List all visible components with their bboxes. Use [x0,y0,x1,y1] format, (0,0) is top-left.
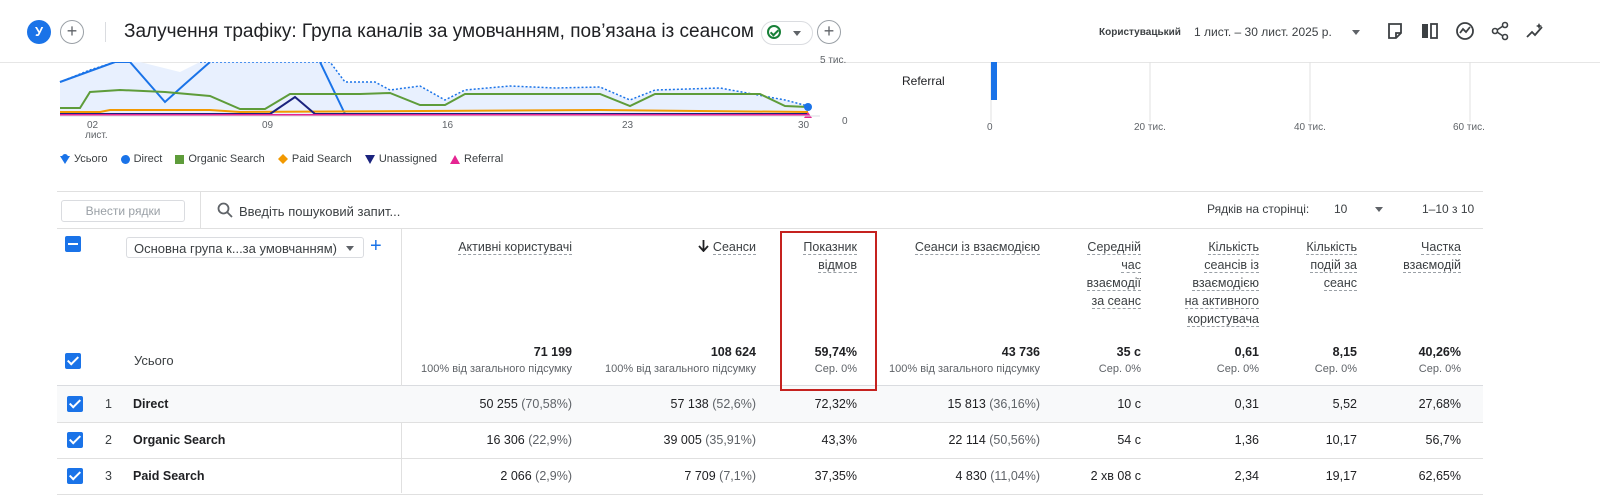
total-events-per-session: 8,15 [1332,345,1357,359]
table-row[interactable]: 3 Paid Search 2 066 (2,9%) 7 709 (7,1%) … [57,458,1483,495]
arrow-down-icon [698,240,709,253]
total-sessions-sub: 100% від загального підсумку [605,363,756,375]
x-tick: 09 [262,120,274,131]
total-engaged-sessions: 43 736 [1001,345,1040,359]
rows-per-page-select[interactable]: 10 [1334,202,1347,216]
top-bar: У + Залучення трафіку: Група каналів за … [0,0,1600,63]
bar-x-tick: 40 тис. [1294,122,1326,133]
trend-sparkle-icon[interactable] [1525,21,1545,41]
legend-item-total[interactable]: Усього [60,153,108,165]
legend-item-paid[interactable]: Paid Search [277,153,352,165]
row-label[interactable]: Direct [133,397,168,411]
table-row[interactable]: 2 Organic Search 16 306 (22,9%) 39 005 (… [57,422,1483,459]
chevron-down-icon [346,246,354,251]
legend-item-organic[interactable]: Organic Search [175,153,265,165]
total-active-users: 71 199 [533,345,572,359]
chevron-down-icon [793,31,801,36]
legend-item-direct[interactable]: Direct [120,153,162,165]
divider [105,22,106,42]
chevron-down-icon[interactable] [1375,207,1383,212]
divider [200,192,201,228]
pagination-range: 1–10 з 10 [1422,202,1475,216]
y-tick-5k: 5 тис. [820,55,847,66]
row-checkbox[interactable] [67,396,83,412]
compare-icon[interactable] [1420,21,1440,41]
table-row[interactable]: 1 Direct 50 255 (70,58%) 57 138 (52,6%) … [57,386,1483,423]
col-engaged-sessions-per-user[interactable]: Кількість сеансів із взаємодією на активног… [1160,238,1259,328]
square-icon [175,154,185,164]
col-avg-engagement-time[interactable]: Середній час взаємодії за сеанс [1060,238,1141,310]
bar-chart [990,62,1471,122]
rows-per-page-label: Рядків на сторінці: [1207,202,1310,216]
total-engaged-sessions-sub: 100% від загального підсумку [889,363,1040,375]
date-range-picker[interactable]: 1 лист. – 30 лист. 2025 р. [1194,25,1332,39]
x-tick-sub: лист. [85,130,108,141]
y-tick-0: 0 [842,116,848,127]
total-engagement-rate-sub: Сер. 0% [1418,363,1461,375]
total-engaged-per-user: 0,61 [1234,345,1259,359]
add-comparison-button[interactable]: + [60,20,84,44]
pin-icon [60,154,70,165]
chart-legend: Усього Direct Organic Search Paid Search… [60,153,513,165]
col-engagement-rate[interactable]: Частка взаємодій [1380,238,1461,274]
total-active-users-sub: 100% від загального підсумку [421,363,572,375]
report-status-dropdown[interactable] [761,21,813,45]
row-checkbox[interactable] [67,432,83,448]
avatar[interactable]: У [27,20,51,44]
page-title: Залучення трафіку: Група каналів за умов… [124,21,754,42]
bounce-rate-highlight-box [780,231,877,391]
insights-icon[interactable] [1455,21,1475,41]
insert-rows-button[interactable]: Внести рядки [61,200,185,222]
annotation-icon[interactable] [1385,21,1405,41]
col-events-per-session[interactable]: Кількість подій за сеанс [1280,238,1357,292]
bar-x-tick: 0 [987,122,993,133]
triangle-up-icon [450,154,461,164]
bar-x-tick: 60 тис. [1453,122,1485,133]
diamond-icon [277,154,288,165]
bar-category-label: Referral [902,74,945,88]
x-tick: 30 [798,120,810,131]
legend-item-unassigned[interactable]: Unassigned [364,153,437,165]
total-avg-time-sub: Сер. 0% [1098,363,1141,375]
col-active-users[interactable]: Активні користувачі [420,238,572,256]
date-range-type: Користувацький [1099,27,1181,38]
totals-checkbox[interactable] [65,353,81,369]
bar-x-tick: 20 тис. [1134,122,1166,133]
circle-icon [120,154,130,164]
total-engagement-rate: 40,26% [1418,345,1461,359]
share-icon[interactable] [1490,21,1510,41]
triangle-down-icon [364,154,375,164]
row-label[interactable]: Organic Search [133,433,225,447]
totals-label: Усього [134,353,174,368]
table-toolbar: Внести рядки Рядків на сторінці: 10 1–10… [57,191,1483,229]
search-input[interactable] [237,200,641,222]
row-label[interactable]: Paid Search [133,469,205,483]
check-circle-icon [767,25,781,39]
total-events-per-session-sub: Сер. 0% [1314,363,1357,375]
legend-item-referral[interactable]: Referral [450,153,503,165]
col-sessions[interactable]: Сеанси [600,238,756,256]
x-tick: 23 [622,120,634,131]
col-engaged-sessions[interactable]: Сеанси із взаємодією [880,238,1040,256]
total-avg-time: 35 с [1116,345,1141,359]
row-checkbox[interactable] [67,468,83,484]
dimension-select[interactable]: Основна група к...за умовчанням) [126,237,364,258]
x-tick: 16 [442,120,454,131]
select-all-checkbox[interactable] [65,236,81,252]
add-dimension-button[interactable]: + [370,236,382,256]
add-filter-button[interactable]: + [817,20,841,44]
total-sessions: 108 624 [710,345,756,359]
total-engaged-per-user-sub: Сер. 0% [1216,363,1259,375]
search-icon [217,202,233,218]
chevron-down-icon[interactable] [1352,30,1360,35]
